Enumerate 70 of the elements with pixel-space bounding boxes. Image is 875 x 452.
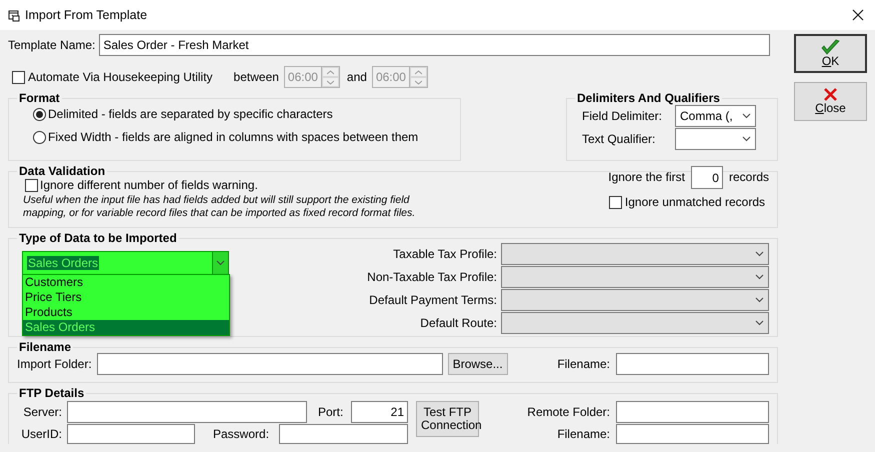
- field-label: Server:: [22, 404, 62, 420]
- field-label: UserID:: [20, 426, 62, 442]
- spin-buttons[interactable]: [322, 66, 340, 88]
- test-connection-button[interactable]: Test FTP Connection: [416, 401, 479, 437]
- group-title: Filename: [18, 340, 72, 354]
- field-label: Text Qualifier:: [581, 132, 656, 146]
- data-type-dropdown[interactable]: Sales Orders: [22, 251, 229, 275]
- dropdown-option[interactable]: Sales Orders: [23, 320, 229, 335]
- group-title: FTP Details: [18, 386, 86, 400]
- close-icon[interactable]: [852, 9, 864, 21]
- close-button[interactable]: Close: [794, 82, 867, 121]
- radio-label: Delimited - fields are separated by specific characters: [48, 107, 333, 122]
- filename-field[interactable]: [616, 424, 769, 444]
- field-label: between: [234, 70, 279, 84]
- caret-icon: [755, 251, 764, 257]
- checkbox[interactable]: [25, 178, 38, 192]
- field-label: Field Delimiter:: [581, 108, 664, 124]
- field-label: Ignore the first: [608, 170, 685, 185]
- check-icon: [821, 38, 840, 55]
- field-label: and: [346, 70, 367, 84]
- password-field[interactable]: [279, 424, 408, 444]
- template-name-field[interactable]: Sales Order - Fresh Market: [99, 34, 770, 56]
- window-icon: [8, 8, 20, 22]
- field-label: Non-Taxable Tax Profile:: [366, 270, 498, 284]
- checkbox[interactable]: [608, 196, 622, 209]
- caret-icon: [742, 136, 751, 142]
- radio-button[interactable]: [33, 108, 46, 121]
- field-label: Remote Folder:: [526, 404, 610, 420]
- radio-label: Fixed Width - fields are aligned in columns with spaces between them: [48, 130, 418, 145]
- caret-icon: [742, 113, 751, 119]
- checkbox-label: Ignore different number of fields warning.: [40, 178, 258, 192]
- close-icon: [823, 87, 838, 102]
- field-label: Password:: [213, 426, 270, 442]
- field-label: Template Name:: [8, 38, 96, 52]
- field-label: Port:: [318, 404, 344, 420]
- field-label: records: [728, 170, 769, 185]
- field-label: Taxable Tax Profile:: [392, 246, 498, 262]
- spin-buttons[interactable]: [410, 66, 428, 88]
- filename-field[interactable]: [616, 353, 769, 375]
- field-label: Default Route:: [419, 316, 498, 330]
- import-folder-field[interactable]: [96, 353, 443, 375]
- dropdown-option[interactable]: Products: [23, 305, 229, 320]
- server-field[interactable]: [67, 401, 307, 423]
- group-title: Delimiters And Qualifiers: [576, 91, 721, 105]
- field-label: Filename:: [557, 356, 610, 372]
- group-title: Type of Data to be Imported: [18, 231, 178, 245]
- ok-button[interactable]: OK: [794, 34, 867, 73]
- caret-icon: [755, 297, 764, 303]
- browse-button[interactable]: Browse...: [448, 353, 508, 375]
- delimiter-dropdown[interactable]: Comma (,: [675, 105, 756, 127]
- caret-icon: [216, 260, 225, 266]
- port-field[interactable]: 21: [351, 401, 408, 423]
- remote-folder-field[interactable]: [616, 401, 769, 423]
- checkbox-label: Ignore unmatched records: [624, 195, 765, 210]
- dropdown-option[interactable]: Price Tiers: [23, 290, 229, 305]
- group-title: Format: [18, 91, 61, 105]
- dropdown-option[interactable]: Customers: [23, 275, 229, 290]
- delimiter-dropdown[interactable]: [675, 128, 756, 150]
- radio-button[interactable]: [33, 131, 46, 144]
- userid-field[interactable]: [67, 424, 195, 444]
- window-title: Import From Template: [25, 8, 148, 22]
- records-field[interactable]: 0: [690, 166, 723, 189]
- checkbox-label: Automate Via Housekeeping Utility: [28, 70, 213, 84]
- field-label: Filename:: [556, 426, 610, 442]
- note-text: Useful when the input file has had fields added but will still support the existing field mapping, or for variable record files that can be imported as fixed record format files.: [23, 194, 416, 220]
- field-label: Default Payment Terms:: [368, 292, 498, 308]
- caret-icon: [755, 274, 764, 280]
- group-title: Data Validation: [18, 164, 106, 178]
- field-label: Import Folder:: [17, 356, 92, 372]
- caret-icon: [755, 320, 764, 326]
